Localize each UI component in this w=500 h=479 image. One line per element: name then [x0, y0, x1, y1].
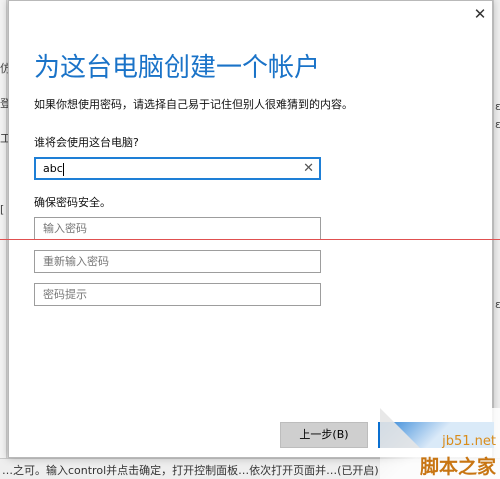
background-window-bottom-text: …之可。输入control并点击确定，打开控制面板…依次打开页面并…(已开启) — [0, 458, 500, 479]
close-button[interactable]: ✕ — [469, 3, 491, 25]
password-input[interactable]: 输入密码 — [34, 217, 321, 240]
background-glyph: [ — [0, 203, 5, 216]
password-hint-placeholder: 密码提示 — [43, 288, 87, 301]
password-hint-input[interactable]: 密码提示 — [34, 283, 321, 306]
clear-icon[interactable]: ✕ — [303, 159, 314, 178]
annotation-line — [0, 239, 500, 240]
background-glyph: ε — [495, 118, 500, 131]
dialog-title: 为这台电脑创建一个帐户 — [34, 53, 321, 83]
background-glyph: ε — [495, 298, 500, 311]
password-confirm-input[interactable]: 重新输入密码 — [34, 250, 321, 273]
username-value: abc — [43, 162, 63, 175]
username-input[interactable]: abc ✕ — [34, 157, 321, 180]
password-section-label: 确保密码安全。 — [34, 196, 111, 209]
password-placeholder: 输入密码 — [43, 222, 87, 235]
back-button[interactable]: 上一步(B) — [280, 422, 368, 448]
username-label: 谁将会使用这台电脑? — [34, 136, 139, 149]
create-account-dialog: ✕ 为这台电脑创建一个帐户 如果你想使用密码，请选择自己易于记住但别人很难猜到的… — [8, 0, 494, 458]
next-button[interactable] — [378, 422, 494, 448]
password-confirm-placeholder: 重新输入密码 — [43, 255, 109, 268]
text-caret — [62, 162, 64, 176]
dialog-description: 如果你想使用密码，请选择自己易于记住但别人很难猜到的内容。 — [34, 98, 353, 111]
background-glyph: ε — [495, 100, 500, 113]
close-icon: ✕ — [473, 5, 487, 23]
